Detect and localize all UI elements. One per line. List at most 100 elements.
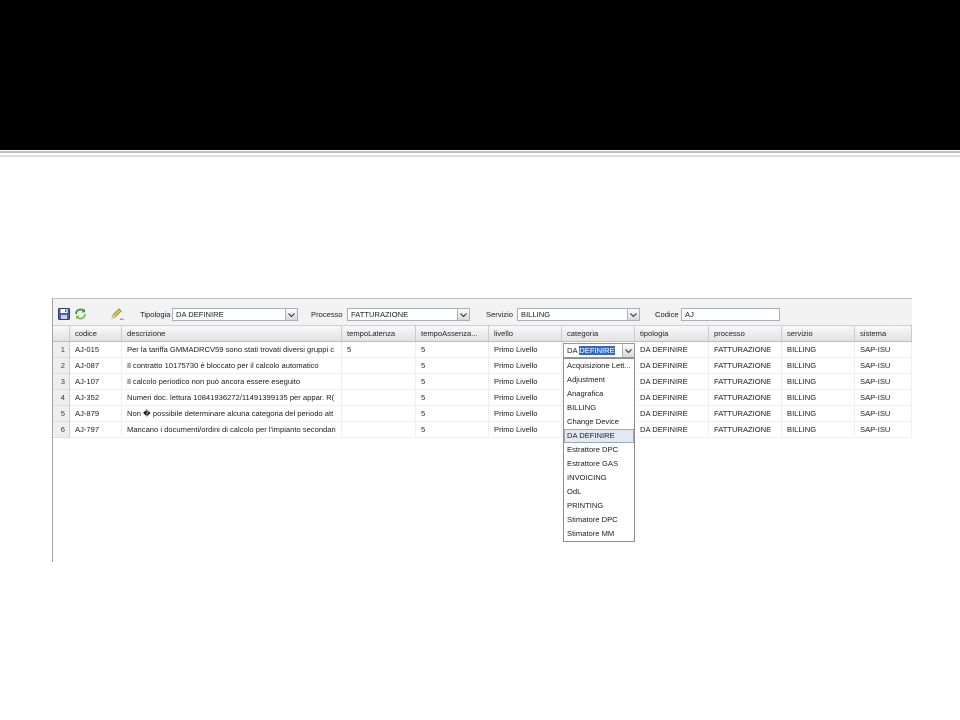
- cell-tempo-assenza[interactable]: 5: [416, 342, 489, 358]
- cell-descrizione[interactable]: Non � possibile determinare alcuna categ…: [122, 406, 342, 422]
- cell-servizio[interactable]: BILLING: [782, 406, 855, 422]
- category-option[interactable]: Stimatore DPC: [564, 513, 634, 527]
- categoria-combobox[interactable]: DA DEFINIRE: [563, 343, 635, 358]
- table-row[interactable]: 4 AJ-352 Numeri doc. lettura 10841936272…: [52, 390, 912, 406]
- cell-sistema[interactable]: SAP-ISU: [855, 342, 912, 358]
- row-number: 4: [52, 390, 70, 406]
- cell-sistema[interactable]: SAP-ISU: [855, 374, 912, 390]
- cell-tempo-latenza[interactable]: [342, 390, 416, 406]
- cell-codice[interactable]: AJ-879: [70, 406, 122, 422]
- category-option[interactable]: Adjustment: [564, 373, 634, 387]
- cell-tipologia[interactable]: DA DEFINIRE: [635, 342, 709, 358]
- cell-tempo-assenza[interactable]: 5: [416, 358, 489, 374]
- cell-servizio[interactable]: BILLING: [782, 422, 855, 438]
- cell-tipologia[interactable]: DA DEFINIRE: [635, 358, 709, 374]
- header-servizio[interactable]: servizio: [782, 326, 855, 341]
- header-codice[interactable]: codice: [70, 326, 122, 341]
- servizio-select[interactable]: BILLING: [517, 308, 640, 321]
- category-option[interactable]: OdL: [564, 485, 634, 499]
- cell-processo[interactable]: FATTURAZIONE: [709, 390, 782, 406]
- cell-servizio[interactable]: BILLING: [782, 390, 855, 406]
- cell-processo[interactable]: FATTURAZIONE: [709, 342, 782, 358]
- cell-codice[interactable]: AJ-087: [70, 358, 122, 374]
- category-option[interactable]: Estrattore GAS: [564, 457, 634, 471]
- category-option[interactable]: Change Device: [564, 415, 634, 429]
- cell-descrizione[interactable]: Mancano i documenti/ordini di calcolo pe…: [122, 422, 342, 438]
- header-livello[interactable]: livello: [489, 326, 562, 341]
- table-row[interactable]: 5 AJ-879 Non � possibile determinare alc…: [52, 406, 912, 422]
- cell-tempo-latenza[interactable]: [342, 374, 416, 390]
- table-row[interactable]: 6 AJ-797 Mancano i documenti/ordini di c…: [52, 422, 912, 438]
- cell-sistema[interactable]: SAP-ISU: [855, 406, 912, 422]
- cell-servizio[interactable]: BILLING: [782, 358, 855, 374]
- edit-button[interactable]: [110, 307, 124, 320]
- header-tempo-latenza[interactable]: tempoLatenza: [342, 326, 416, 341]
- processo-select[interactable]: FATTURAZIONE: [347, 308, 470, 321]
- cell-processo[interactable]: FATTURAZIONE: [709, 406, 782, 422]
- category-option[interactable]: Anagrafica: [564, 387, 634, 401]
- cell-livello[interactable]: Primo Livello: [489, 374, 562, 390]
- cell-tempo-latenza[interactable]: [342, 406, 416, 422]
- cell-codice[interactable]: AJ-797: [70, 422, 122, 438]
- cell-descrizione[interactable]: Per la tariffa GMMADRCV59 sono stati tro…: [122, 342, 342, 358]
- cell-servizio[interactable]: BILLING: [782, 342, 855, 358]
- cell-tempo-latenza[interactable]: [342, 358, 416, 374]
- cell-tempo-latenza[interactable]: 5: [342, 342, 416, 358]
- cell-tempo-assenza[interactable]: 5: [416, 406, 489, 422]
- cell-processo[interactable]: FATTURAZIONE: [709, 358, 782, 374]
- cell-livello[interactable]: Primo Livello: [489, 390, 562, 406]
- cell-livello[interactable]: Primo Livello: [489, 406, 562, 422]
- cell-tempo-latenza[interactable]: [342, 422, 416, 438]
- cell-servizio[interactable]: BILLING: [782, 374, 855, 390]
- cell-tempo-assenza[interactable]: 5: [416, 374, 489, 390]
- header-sistema[interactable]: sistema: [855, 326, 912, 341]
- category-option[interactable]: BILLING: [564, 401, 634, 415]
- category-option[interactable]: Acquisizione Lett...: [564, 359, 634, 373]
- codice-input[interactable]: AJ: [681, 308, 780, 321]
- category-option[interactable]: Stimatore MM: [564, 527, 634, 541]
- cell-livello[interactable]: Primo Livello: [489, 358, 562, 374]
- category-option[interactable]: Estrattore DPC: [564, 443, 634, 457]
- tipologia-dropdown-button[interactable]: [285, 309, 297, 320]
- header-descrizione[interactable]: descrizione: [122, 326, 342, 341]
- grid-header: codice descrizione tempoLatenza tempoAss…: [52, 325, 912, 342]
- header-processo[interactable]: processo: [709, 326, 782, 341]
- cell-codice[interactable]: AJ-107: [70, 374, 122, 390]
- processo-dropdown-button[interactable]: [457, 309, 469, 320]
- cell-descrizione[interactable]: Il calcolo periodico non può ancora esse…: [122, 374, 342, 390]
- cell-sistema[interactable]: SAP-ISU: [855, 422, 912, 438]
- cell-codice[interactable]: AJ-015: [70, 342, 122, 358]
- cell-tipologia[interactable]: DA DEFINIRE: [635, 374, 709, 390]
- cell-tipologia[interactable]: DA DEFINIRE: [635, 422, 709, 438]
- cell-processo[interactable]: FATTURAZIONE: [709, 422, 782, 438]
- servizio-dropdown-button[interactable]: [627, 309, 639, 320]
- header-row-number: [52, 326, 70, 341]
- table-row[interactable]: 2 AJ-087 Il contratto 10175730 è bloccat…: [52, 358, 912, 374]
- cell-tipologia[interactable]: DA DEFINIRE: [635, 390, 709, 406]
- save-button[interactable]: [57, 307, 71, 320]
- combobox-text-unselected: DA: [567, 346, 578, 355]
- tipologia-select[interactable]: DA DEFINIRE: [172, 308, 298, 321]
- table-row[interactable]: 3 AJ-107 Il calcolo periodico non può an…: [52, 374, 912, 390]
- cell-descrizione[interactable]: Il contratto 10175730 è bloccato per il …: [122, 358, 342, 374]
- cell-tempo-assenza[interactable]: 5: [416, 422, 489, 438]
- refresh-button[interactable]: [73, 307, 87, 320]
- cell-descrizione[interactable]: Numeri doc. lettura 10841936272/11491399…: [122, 390, 342, 406]
- cell-livello[interactable]: Primo Livello: [489, 342, 562, 358]
- category-option[interactable]: INVOICING: [564, 471, 634, 485]
- categoria-dropdown-button[interactable]: [622, 344, 634, 357]
- table-row[interactable]: 1 AJ-015 Per la tariffa GMMADRCV59 sono …: [52, 342, 912, 358]
- header-tipologia[interactable]: tipologia: [635, 326, 709, 341]
- cell-processo[interactable]: FATTURAZIONE: [709, 374, 782, 390]
- cell-tempo-assenza[interactable]: 5: [416, 390, 489, 406]
- header-categoria[interactable]: categoria: [562, 326, 635, 341]
- cell-livello[interactable]: Primo Livello: [489, 422, 562, 438]
- header-tempo-assenza[interactable]: tempoAssenza...: [416, 326, 489, 341]
- cell-sistema[interactable]: SAP-ISU: [855, 358, 912, 374]
- cell-codice[interactable]: AJ-352: [70, 390, 122, 406]
- category-option[interactable]: DA DEFINIRE: [564, 429, 634, 443]
- cell-sistema[interactable]: SAP-ISU: [855, 390, 912, 406]
- category-option[interactable]: PRINTING: [564, 499, 634, 513]
- cell-tipologia[interactable]: DA DEFINIRE: [635, 406, 709, 422]
- edit-icon: [111, 307, 124, 320]
